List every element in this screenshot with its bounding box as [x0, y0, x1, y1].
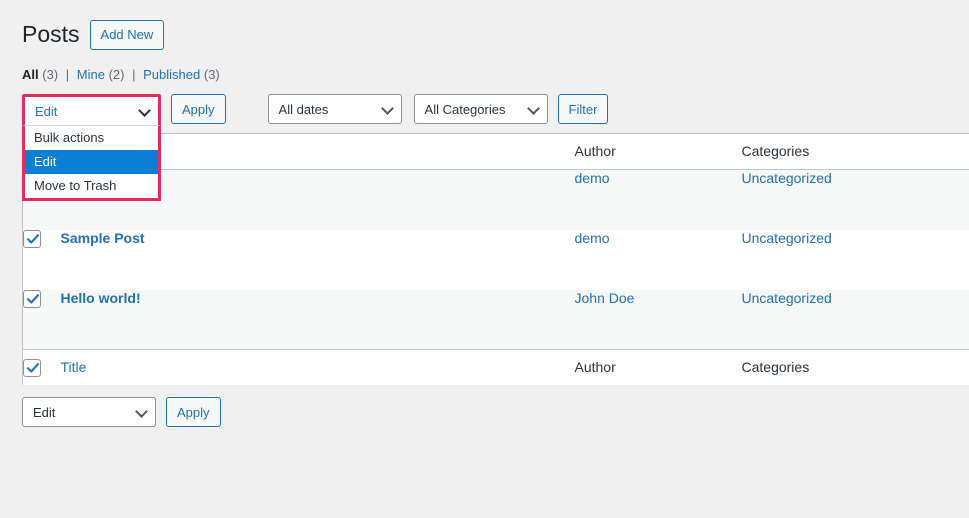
footer-select-all-cell[interactable]: [22, 349, 61, 385]
bulk-action-selected-value: Edit: [35, 103, 58, 119]
bulk-action-select-wrapper: Edit Bulk actions Edit Move to Trash: [22, 94, 161, 201]
date-filter-value: All dates: [278, 101, 329, 117]
row-categories-cell: Uncategorized: [742, 230, 969, 290]
bulk-action-option-bulk-actions[interactable]: Bulk actions: [25, 126, 158, 150]
table-footer-row: Title Author Categories: [22, 349, 969, 385]
bulk-action-options-list: Bulk actions Edit Move to Trash: [22, 125, 161, 201]
table-header-row: Title Author Categories: [22, 133, 969, 170]
row-categories-cell: Uncategorized: [742, 290, 969, 350]
footer-author[interactable]: Author: [574, 349, 742, 385]
chevron-down-icon: [526, 102, 540, 115]
page-title: Posts: [22, 21, 80, 48]
chevron-down-icon: [380, 102, 394, 115]
row-title-link[interactable]: Hello world!: [61, 290, 141, 306]
posts-list-table: Title Author Categories Sample Post demo: [22, 133, 969, 385]
apply-button-top[interactable]: Apply: [171, 94, 226, 124]
row-title-link[interactable]: Sample Post: [61, 230, 145, 246]
tablenav-bottom: Edit Apply: [22, 397, 221, 427]
category-filter-select[interactable]: All Categories: [413, 94, 548, 124]
row-author-cell: John Doe: [575, 290, 742, 350]
footer-title[interactable]: Title: [60, 349, 575, 385]
apply-button-bottom[interactable]: Apply: [166, 397, 221, 427]
view-link-all[interactable]: All: [22, 67, 39, 82]
view-link-published[interactable]: Published: [143, 67, 200, 82]
bulk-action-select-bottom[interactable]: Edit: [22, 397, 156, 427]
table-row: Sample Post demo Uncategorized: [22, 229, 969, 290]
bulk-action-select[interactable]: Edit: [25, 97, 158, 125]
header-categories[interactable]: Categories: [741, 133, 969, 170]
view-count-all: (3): [42, 67, 59, 82]
view-link-mine[interactable]: Mine: [77, 67, 105, 82]
row-checkbox[interactable]: [23, 289, 41, 308]
bulk-action-option-edit[interactable]: Edit: [25, 150, 158, 174]
row-checkbox-cell[interactable]: [23, 229, 61, 290]
filter-button[interactable]: Filter: [557, 94, 609, 124]
footer-categories[interactable]: Categories: [741, 349, 969, 385]
row-checkbox-cell[interactable]: [23, 289, 61, 350]
date-filter-select[interactable]: All dates: [267, 94, 402, 124]
tablenav-top: Edit Bulk actions Edit Move to Trash App…: [22, 94, 609, 201]
row-author-link[interactable]: John Doe: [575, 290, 635, 306]
row-title-cell: Hello world!: [61, 290, 575, 350]
posts-admin-page: Posts Add New All (3) | Mine (2) | Publi…: [0, 0, 969, 518]
category-filter-value: All Categories: [424, 101, 506, 117]
footer-author-label: Author: [574, 359, 616, 375]
select-all-checkbox-footer[interactable]: [23, 359, 41, 378]
footer-title-link[interactable]: Title: [61, 359, 87, 375]
row-checkbox[interactable]: [23, 229, 41, 248]
row-category-link[interactable]: Uncategorized: [742, 230, 832, 246]
row-author-link[interactable]: demo: [575, 230, 610, 246]
add-new-button[interactable]: Add New: [89, 20, 165, 50]
row-category-link[interactable]: Uncategorized: [742, 170, 832, 186]
footer-categories-label: Categories: [741, 359, 810, 375]
header-author-label: Author: [574, 143, 616, 159]
table-foot: Title Author Categories: [22, 349, 969, 385]
table-row: Hello world! John Doe Uncategorized: [22, 289, 969, 350]
chevron-down-icon: [138, 104, 151, 117]
view-separator-2: |: [132, 67, 136, 82]
chevron-down-icon: [135, 405, 148, 418]
page-header: Posts Add New: [22, 20, 165, 50]
row-title-cell: Sample Post: [61, 230, 575, 290]
view-filter-links: All (3) | Mine (2) | Published (3): [22, 68, 220, 81]
table-body: Sample Post demo Uncategorized Sample Po…: [22, 169, 969, 350]
header-categories-label: Categories: [741, 143, 810, 159]
row-author-cell: demo: [575, 170, 742, 230]
bulk-action-option-move-to-trash[interactable]: Move to Trash: [25, 174, 158, 198]
row-author-link[interactable]: demo: [575, 170, 610, 186]
row-category-link[interactable]: Uncategorized: [742, 290, 832, 306]
bulk-action-selected-value-bottom: Edit: [33, 404, 56, 420]
view-separator-1: |: [65, 67, 70, 82]
header-author[interactable]: Author: [574, 133, 742, 170]
view-count-published: (3): [203, 67, 220, 82]
row-author-cell: demo: [575, 230, 742, 290]
view-count-mine: (2): [108, 67, 125, 82]
table-row: Sample Post demo Uncategorized: [22, 169, 969, 230]
table-head: Title Author Categories: [22, 133, 969, 170]
row-categories-cell: Uncategorized: [742, 170, 969, 230]
